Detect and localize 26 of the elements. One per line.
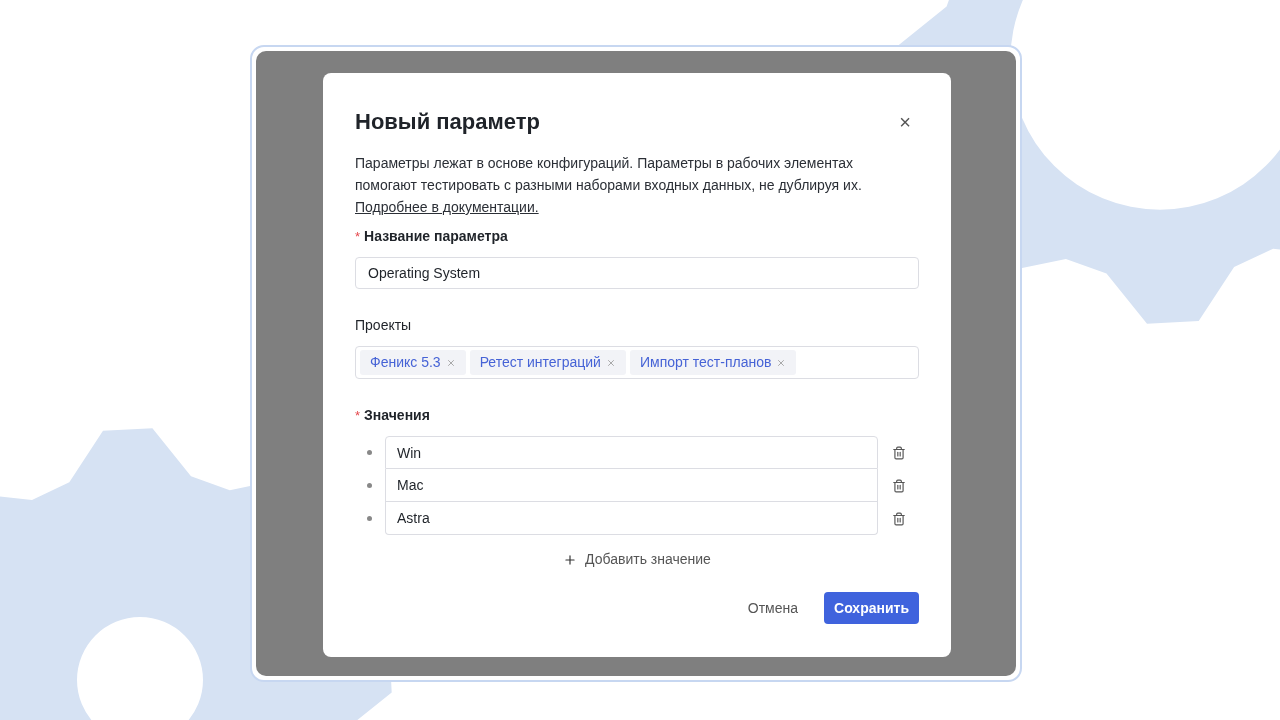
field-label: Проекты	[355, 316, 412, 335]
tag-label: Феникс 5.3	[370, 353, 441, 372]
value-input[interactable]: Win	[385, 436, 878, 469]
field-label: Значения	[364, 406, 430, 425]
value-input[interactable]: Mac	[385, 469, 878, 502]
documentation-link[interactable]: Подробнее в документации.	[355, 196, 903, 218]
dialog-title: Новый параметр	[355, 108, 540, 136]
add-value-button[interactable]: Добавить значение	[563, 549, 711, 570]
required-mark: *	[355, 406, 361, 425]
save-button[interactable]: Сохранить	[824, 592, 919, 624]
delete-icon[interactable]	[892, 511, 906, 526]
field-label: Название параметра	[364, 227, 508, 246]
name-input[interactable]: Operating System	[355, 257, 919, 289]
bullet-icon	[367, 450, 372, 455]
bullet-icon	[367, 516, 372, 521]
description-text: Параметры лежат в основе конфигураций. Параметры в рабочих элементах помогают тестировать с разными наборами входных данных, не дублируя их. Подробнее в документации.	[355, 152, 903, 218]
tag-label: Ретест интеграций	[479, 353, 601, 372]
bullet-icon	[367, 483, 372, 488]
plus-icon	[563, 552, 578, 567]
value-input[interactable]: Astra	[385, 502, 878, 535]
required-mark: *	[355, 227, 361, 246]
cancel-button[interactable]: Отмена	[733, 592, 813, 624]
delete-icon[interactable]	[892, 478, 906, 493]
delete-icon[interactable]	[892, 445, 906, 460]
close-button[interactable]: ×	[899, 111, 911, 132]
tag-label: Импорт тест-планов	[639, 353, 772, 372]
